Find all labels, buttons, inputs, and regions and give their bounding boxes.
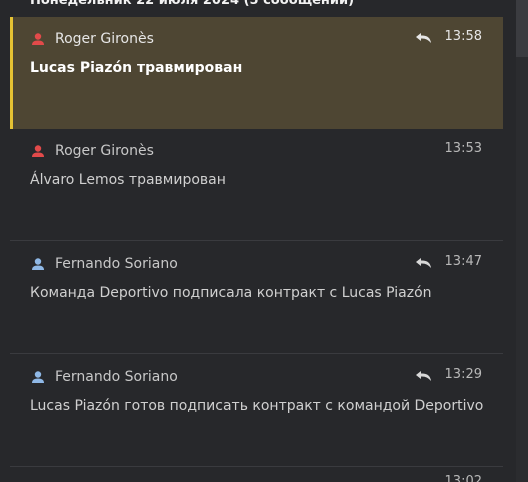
sender-row: Fernando Soriano [31,367,178,387]
person-red-icon [32,33,44,45]
replied-arrow-icon [416,258,431,268]
sender-name: Roger Gironès [55,31,154,47]
message-item[interactable]: Roger Gironès 13:58 Lucas Piazón травмир… [10,17,503,129]
message-item[interactable]: Fernando Soriano 13:47 Команда Deportivo… [10,242,503,354]
message-time: 13:02 [444,474,482,482]
message-time: 13:58 [444,29,482,44]
message-time: 13:29 [444,367,482,382]
person-blue-icon [32,258,44,270]
person-blue-icon [32,371,44,383]
message-subject: Lucas Piazón травмирован [30,60,243,76]
sender-row: Fernando Soriano [31,254,178,274]
message-time: 13:47 [444,254,482,269]
person-red-icon [32,145,44,157]
sender-name: Roger Gironès [55,143,154,159]
scrollbar-thumb[interactable] [516,0,528,57]
sender-row: Roger Gironès [31,29,154,49]
sender-name: Fernando Soriano [55,256,178,272]
message-subject: Lucas Piazón готов подписать контракт с … [30,398,484,414]
message-item-partial[interactable]: 13:02 [10,466,503,482]
sender-name: Fernando Soriano [55,369,178,385]
day-group-header: Понедельник 22 июля 2024 (5 сообщений) [30,0,355,8]
scrollbar[interactable] [516,0,528,482]
message-subject: Álvaro Lemos травмирован [30,172,226,188]
sender-row: Roger Gironès [31,141,154,161]
message-item[interactable]: Fernando Soriano 13:29 Lucas Piazón гото… [10,355,503,467]
replied-arrow-icon [416,371,431,381]
message-time: 13:53 [444,141,482,156]
message-subject: Команда Deportivo подписала контракт с L… [30,285,432,301]
inbox-panel: Понедельник 22 июля 2024 (5 сообщений) R… [0,0,528,482]
replied-arrow-icon [416,33,431,43]
message-item[interactable]: Roger Gironès 13:53 Álvaro Lemos травмир… [10,129,503,241]
